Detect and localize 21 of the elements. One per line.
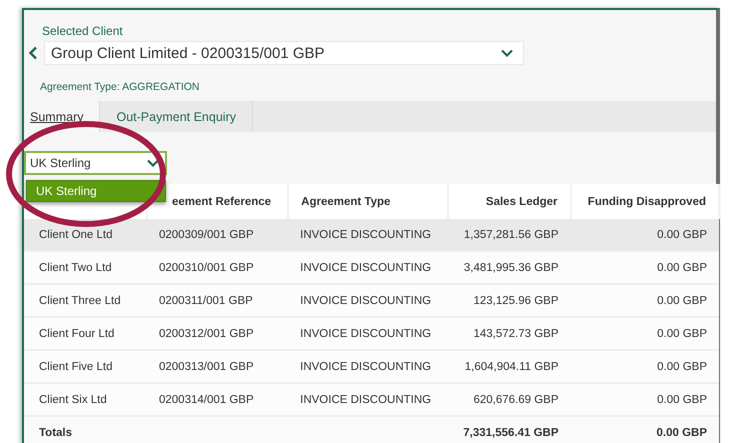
chevron-down-icon: [147, 159, 159, 167]
table-row[interactable]: Client Five Ltd 0200313/001 GBP INVOICE DISCOUNTING 1,604,904.11 GBP 0.00 GBP: [24, 350, 719, 383]
agreement-type-text: Agreement Type: AGGREGATION: [40, 80, 201, 95]
table-cell: 7,331,556.41 GBP: [448, 416, 571, 443]
totals-label: Totals: [24, 416, 147, 443]
table-row[interactable]: Client Six Ltd 0200314/001 GBP INVOICE DISCOUNTING 620,676.69 GBP 0.00 GBP: [24, 383, 719, 416]
tab[interactable]: Out-Payment Enquiry: [100, 101, 253, 132]
column-header: eement Reference: [147, 184, 288, 219]
table-row[interactable]: Client Four Ltd 0200312/001 GBP INVOICE DISCOUNTING 143,572.73 GBP 0.00 GBP: [24, 317, 719, 350]
table-row[interactable]: Client Three Ltd 0200311/001 GBP INVOICE DISCOUNTING 123,125.96 GBP 0.00 GBP: [24, 284, 719, 317]
currency-select[interactable]: UK Sterling: [24, 151, 167, 175]
column-header: Agreement Type: [288, 184, 448, 219]
field-label: Selected Client: [42, 24, 124, 38]
table-cell: 0.00 GBP: [570, 416, 719, 443]
table-row[interactable]: Client One Ltd 0200309/001 GBP INVOICE DISCOUNTING 1,357,281.56 GBP 0.00 GBP: [24, 219, 719, 251]
column-header: Sales Ledger: [448, 184, 571, 219]
chevron-down-icon: [501, 49, 513, 57]
client-select[interactable]: Group Client Limited - 0200315/001 GBP: [44, 41, 524, 65]
column-header: Funding Disapproved: [570, 184, 719, 219]
back-icon[interactable]: [28, 46, 38, 60]
table-row[interactable]: Client Two Ltd 0200310/001 GBP INVOICE DISCOUNTING 3,481,995.36 GBP 0.00 GBP: [24, 251, 719, 284]
